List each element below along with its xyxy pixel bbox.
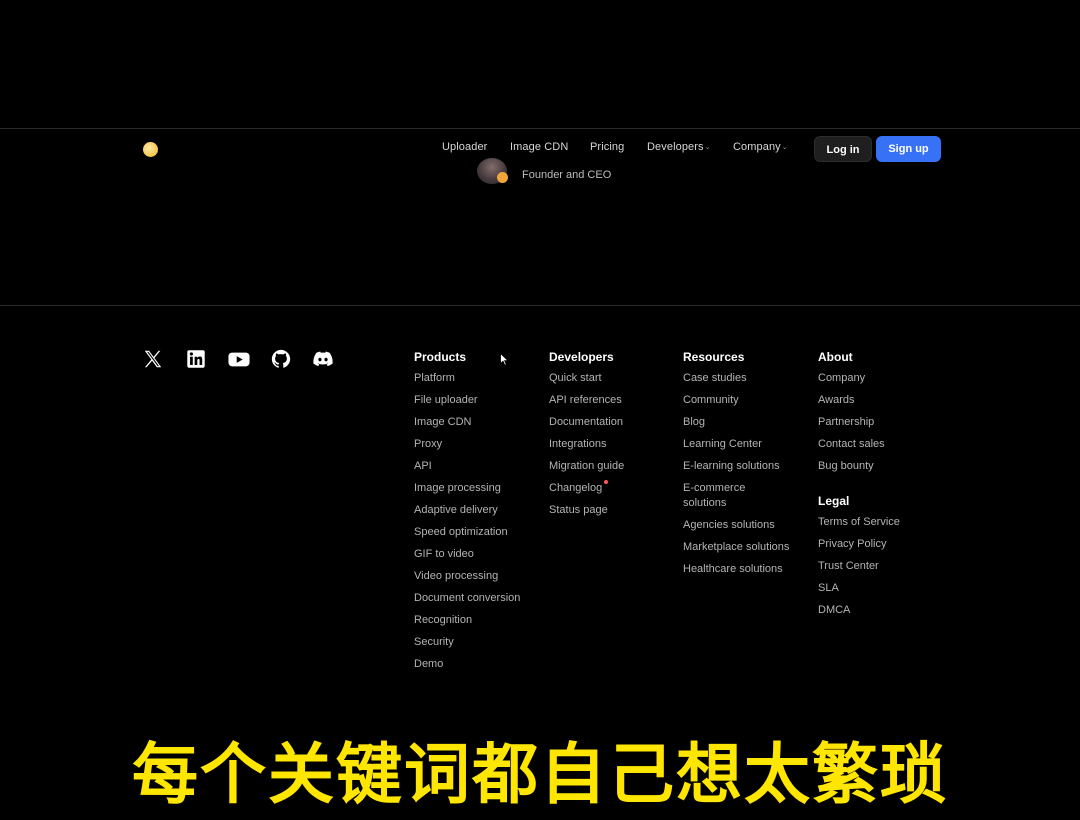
footer-link-learning-center[interactable]: Learning Center [683, 437, 789, 452]
footer-link-company[interactable]: Company [818, 371, 900, 386]
footer-link-proxy[interactable]: Proxy [414, 437, 520, 452]
footer-link-case-studies[interactable]: Case studies [683, 371, 789, 386]
footer-link-trust-center[interactable]: Trust Center [818, 559, 900, 574]
discord-icon[interactable] [312, 348, 334, 370]
footer-link-bug-bounty[interactable]: Bug bounty [818, 459, 900, 474]
footer-link-gif-to-video[interactable]: GIF to video [414, 547, 520, 562]
footer-link-community[interactable]: Community [683, 393, 789, 408]
company-badge-icon [497, 172, 508, 183]
footer-link-healthcare-solutions[interactable]: Healthcare solutions [683, 562, 789, 577]
footer-link-document-conversion[interactable]: Document conversion [414, 591, 520, 606]
footer-link-api-references[interactable]: API references [549, 393, 624, 408]
login-button[interactable]: Log in [814, 136, 872, 162]
footer-link-blog[interactable]: Blog [683, 415, 789, 430]
footer-link-contact-sales[interactable]: Contact sales [818, 437, 900, 452]
footer-link-adaptive-delivery[interactable]: Adaptive delivery [414, 503, 520, 518]
nav-link-uploader[interactable]: Uploader [442, 141, 487, 153]
nav-link-developers-label: Developers [647, 141, 704, 153]
footer-link-api[interactable]: API [414, 459, 520, 474]
logo-icon[interactable] [143, 142, 158, 157]
nav-link-company-label: Company [733, 141, 781, 153]
footer-link-changelog-label: Changelog [549, 482, 603, 494]
author-role: Founder and CEO [522, 169, 612, 181]
x-icon[interactable] [142, 348, 164, 370]
footer-link-speed-optimization[interactable]: Speed optimization [414, 525, 520, 540]
signup-button[interactable]: Sign up [876, 136, 941, 162]
footer-link-privacy-policy[interactable]: Privacy Policy [818, 537, 900, 552]
footer-column-products: Products Platform File uploader Image CD… [414, 349, 520, 679]
footer-link-recognition[interactable]: Recognition [414, 613, 520, 628]
footer-link-marketplace-solutions[interactable]: Marketplace solutions [683, 540, 789, 555]
chevron-down-icon: ⌄ [704, 144, 711, 151]
footer-link-agencies-solutions[interactable]: Agencies solutions [683, 518, 789, 533]
footer-link-image-cdn[interactable]: Image CDN [414, 415, 520, 430]
footer-link-video-processing[interactable]: Video processing [414, 569, 520, 584]
footer-link-image-processing[interactable]: Image processing [414, 481, 520, 496]
footer-column-developers: Developers Quick start API references Do… [549, 349, 624, 525]
footer-link-documentation[interactable]: Documentation [549, 415, 624, 430]
nav-link-pricing[interactable]: Pricing [590, 141, 624, 153]
footer-top-divider [0, 305, 1080, 306]
footer-link-sla[interactable]: SLA [818, 581, 900, 596]
footer-link-demo[interactable]: Demo [414, 657, 520, 672]
nav-dropdown-company[interactable]: Company⌄ [733, 141, 788, 153]
footer-heading-about: About [818, 350, 853, 364]
footer-column-resources: Resources Case studies Community Blog Le… [683, 349, 789, 584]
footer-link-security[interactable]: Security [414, 635, 520, 650]
github-icon[interactable] [270, 348, 292, 370]
footer-link-changelog[interactable]: Changelog [549, 480, 624, 496]
footer-link-platform[interactable]: Platform [414, 371, 520, 386]
footer-link-dmca[interactable]: DMCA [818, 603, 900, 618]
footer-link-partnership[interactable]: Partnership [818, 415, 900, 430]
top-nav: Uploader Image CDN Pricing Developers⌄ C… [0, 129, 1080, 169]
footer-link-migration-guide[interactable]: Migration guide [549, 459, 624, 474]
youtube-icon[interactable] [227, 348, 250, 370]
new-indicator-dot [604, 480, 609, 484]
footer-link-integrations[interactable]: Integrations [549, 437, 624, 452]
footer-link-e-commerce-solutions[interactable]: E-commerce solutions [683, 481, 763, 511]
footer-heading-legal: Legal [818, 494, 850, 508]
nav-link-image-cdn[interactable]: Image CDN [510, 141, 568, 153]
footer-link-e-learning-solutions[interactable]: E-learning solutions [683, 459, 789, 474]
footer-heading-resources: Resources [683, 350, 745, 364]
footer-heading-developers: Developers [549, 350, 614, 364]
footer-link-quick-start[interactable]: Quick start [549, 371, 624, 386]
footer-column-about: About Company Awards Partnership Contact… [818, 349, 900, 625]
footer-link-terms-of-service[interactable]: Terms of Service [818, 515, 900, 530]
footer-link-status-page[interactable]: Status page [549, 503, 624, 518]
footer-link-file-uploader[interactable]: File uploader [414, 393, 520, 408]
chevron-down-icon: ⌄ [781, 144, 788, 151]
nav-dropdown-developers[interactable]: Developers⌄ [647, 141, 711, 153]
video-caption: 每个关键词都自己想太繁琐 [132, 736, 948, 813]
footer-link-awards[interactable]: Awards [818, 393, 900, 408]
linkedin-icon[interactable] [185, 348, 207, 370]
